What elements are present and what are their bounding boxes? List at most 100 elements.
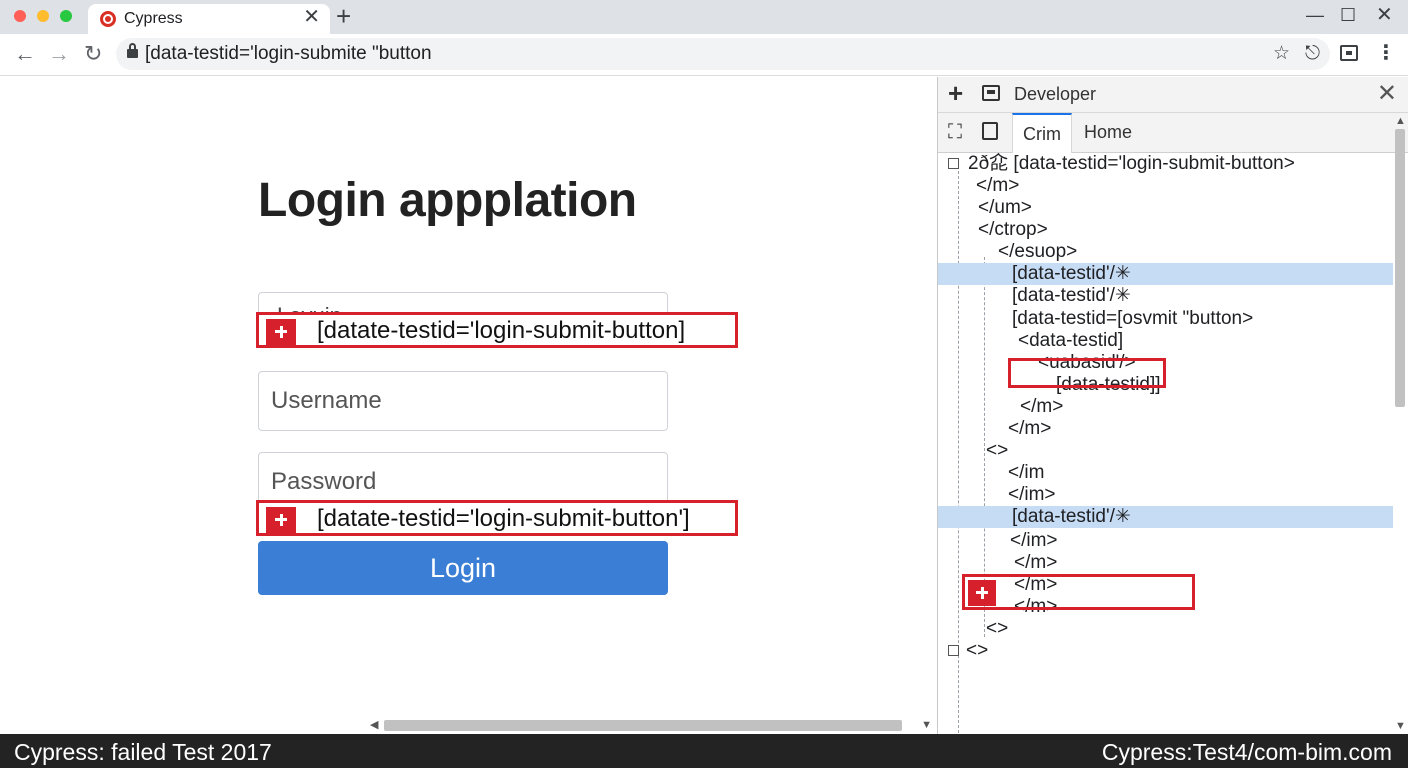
dom-tree[interactable]: 2ð㖋 [data-testid='login-submit-button> <… xyxy=(938,153,1393,734)
browser-menu-icon[interactable]: ⋮ xyxy=(1376,42,1396,64)
dom-node-text: </m> xyxy=(1008,418,1052,439)
vertical-scrollbar[interactable]: ▲ ▼ xyxy=(1393,115,1407,734)
dom-node[interactable]: </m> xyxy=(938,175,1393,197)
window-close-dot[interactable] xyxy=(14,10,26,22)
dom-node-text: [data-testid'/✳ xyxy=(1012,263,1131,284)
share-icon[interactable]: ⎋ xyxy=(1305,42,1320,66)
dom-node[interactable]: </im> xyxy=(938,484,1393,506)
dom-node-selected[interactable]: [data-testid'/✳ xyxy=(938,263,1393,285)
dom-highlight-box xyxy=(1008,358,1166,388)
dom-node[interactable]: 2ð㖋 [data-testid='login-submit-button> xyxy=(938,153,1393,175)
dom-node[interactable]: </esuop> xyxy=(938,241,1393,263)
address-bar[interactable]: [data-testid='login-submite "button ☆ ⎋ xyxy=(116,38,1330,70)
dom-node[interactable]: </m> xyxy=(938,418,1393,440)
add-selector-icon[interactable] xyxy=(266,507,296,533)
dom-highlight-box xyxy=(962,574,1195,610)
back-button[interactable]: ← xyxy=(14,41,36,67)
login-button[interactable]: Login xyxy=(258,541,668,595)
horizontal-scroll-thumb[interactable] xyxy=(384,720,902,731)
dom-node-text: </m> xyxy=(1014,552,1058,573)
scroll-down-icon[interactable]: ▼ xyxy=(1395,720,1406,732)
devtools-header: + Developer ✕ xyxy=(938,77,1408,113)
dom-node-selected[interactable]: [data-testid'/✳ xyxy=(938,506,1393,528)
dom-node-text: 2ð㖋 [data-testid='login-submit-button> xyxy=(968,153,1295,174)
username-field[interactable] xyxy=(258,371,668,431)
dom-node[interactable]: [data-testid'/✳ xyxy=(938,285,1393,307)
browser-tab-bar: Cypress ✕ + — ☐ ✕ xyxy=(0,0,1408,34)
url-text[interactable]: [data-testid='login-submite "button xyxy=(145,43,432,65)
add-icon[interactable]: + xyxy=(948,80,963,106)
horizontal-scrollbar[interactable]: ◀ ▼ xyxy=(368,718,934,732)
dom-node-text: <data-testid] xyxy=(1018,330,1124,351)
dom-node-text: <> xyxy=(986,618,1009,639)
devtools-close-icon[interactable]: ✕ xyxy=(1377,81,1397,107)
tab-close-icon[interactable]: ✕ xyxy=(303,7,320,27)
dom-node-text: </im> xyxy=(1008,484,1056,505)
dom-node[interactable]: [data-testid=[osvmit "button> xyxy=(938,308,1393,330)
devtools-title: Developer xyxy=(1014,84,1097,104)
dom-node-text: </um> xyxy=(978,197,1032,218)
dom-node-text: [data-testid'/✳ xyxy=(1012,285,1131,306)
close-window-button[interactable]: ✕ xyxy=(1376,4,1393,26)
dom-node-text: </m> xyxy=(976,175,1020,196)
scroll-left-icon[interactable]: ◀ xyxy=(370,718,378,731)
tab-home[interactable]: Home xyxy=(1074,113,1142,153)
dom-node[interactable]: <> xyxy=(938,440,1393,462)
dom-node[interactable]: </im xyxy=(938,462,1393,484)
dom-node-text: [data-testid'/✳ xyxy=(1012,506,1131,527)
status-right-text: Cypress:Test4/com-bim.com xyxy=(1101,739,1392,765)
selector-highlight-text: [datate-testid='login-submit-button'] xyxy=(317,505,690,532)
page-title: Login appplation xyxy=(258,174,637,227)
status-bar: Cypress: failed Test 2017 Cypress:Test4/… xyxy=(0,734,1408,768)
selector-highlight-box: [datate-testid='login-submit-button] xyxy=(256,312,738,348)
dom-node-text: [data-testid=[osvmit "button> xyxy=(1012,308,1254,329)
minimize-button[interactable]: — xyxy=(1306,4,1324,26)
dom-node-text: </m> xyxy=(1020,396,1064,417)
status-left-text: Cypress: failed Test 2017 xyxy=(14,739,272,765)
tab-title: Cypress xyxy=(124,10,183,27)
dom-node-text: </ctrop> xyxy=(978,219,1048,240)
dom-node-text: <> xyxy=(986,440,1009,461)
devtools-tabbar: ⛶ Crim Home xyxy=(938,113,1408,153)
window-zoom-dot[interactable] xyxy=(60,10,72,22)
scroll-up-icon[interactable]: ▲ xyxy=(1395,115,1406,127)
inspect-element-icon[interactable]: ⛶ xyxy=(948,121,962,143)
new-tab-button[interactable]: + xyxy=(336,2,351,30)
dom-node[interactable]: </m> xyxy=(938,396,1393,418)
dom-node[interactable]: </m> xyxy=(938,552,1393,574)
dock-icon[interactable] xyxy=(982,85,1000,101)
username-input[interactable] xyxy=(259,372,667,430)
vertical-scroll-thumb[interactable] xyxy=(1395,129,1405,407)
selector-highlight-box: [datate-testid='login-submit-button'] xyxy=(256,500,738,536)
window-minimize-dot[interactable] xyxy=(37,10,49,22)
app-preview-pane: Login appplation Lovuin [datate-testid='… xyxy=(0,77,936,734)
add-selector-icon[interactable] xyxy=(968,580,996,606)
browser-toolbar: ← → ↻ [data-testid='login-submite "butto… xyxy=(0,34,1408,76)
dom-node-text: <> xyxy=(966,640,989,661)
forward-button[interactable]: → xyxy=(48,41,70,67)
dom-node[interactable]: <> xyxy=(938,618,1393,640)
node-expand-icon[interactable] xyxy=(948,158,959,169)
dom-node-text: </esuop> xyxy=(998,241,1078,262)
reload-button[interactable]: ↻ xyxy=(84,41,102,67)
tab-cypress[interactable]: Cypress ✕ xyxy=(88,4,330,34)
bookmark-star-icon[interactable]: ☆ xyxy=(1273,42,1290,66)
scroll-right-icon[interactable]: ▼ xyxy=(921,719,932,731)
dom-node-text: </im> xyxy=(1010,530,1058,551)
devtools-panel: + Developer ✕ ⛶ Crim Home 2ð㖋 [data-test… xyxy=(937,77,1408,734)
device-toolbar-icon[interactable] xyxy=(982,122,998,140)
add-selector-icon[interactable] xyxy=(266,319,296,345)
selector-highlight-text: [datate-testid='login-submit-button] xyxy=(317,317,686,344)
node-expand-icon[interactable] xyxy=(948,645,959,656)
dom-node[interactable]: <data-testid] xyxy=(938,330,1393,352)
dom-node[interactable]: <> xyxy=(938,640,1393,662)
cypress-favicon-icon xyxy=(100,11,116,27)
tab-crim[interactable]: Crim xyxy=(1012,113,1072,153)
dom-node[interactable]: </um> xyxy=(938,197,1393,219)
dom-node[interactable]: </ctrop> xyxy=(938,219,1393,241)
extension-icon[interactable] xyxy=(1340,45,1358,61)
maximize-button[interactable]: ☐ xyxy=(1340,4,1356,26)
lock-icon[interactable] xyxy=(127,43,138,58)
dom-node[interactable]: </im> xyxy=(938,530,1393,552)
dom-node-text: </im xyxy=(1008,462,1045,483)
